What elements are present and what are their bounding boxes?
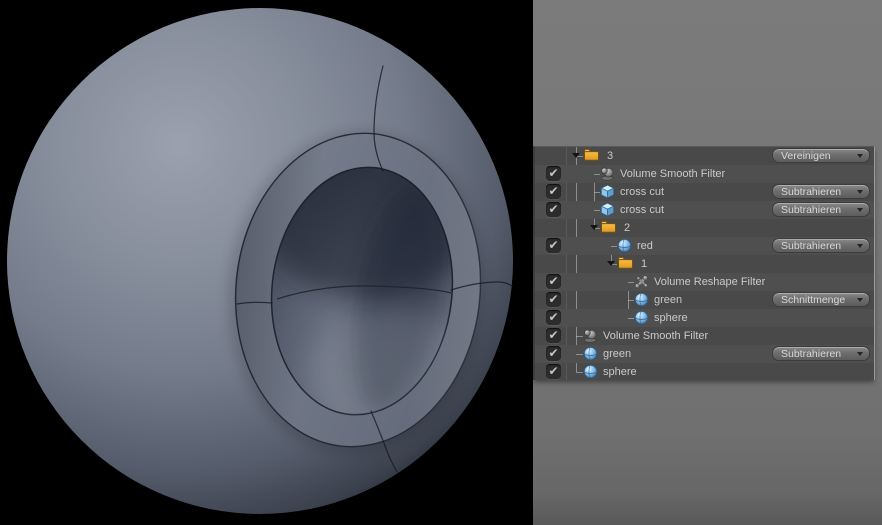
sphere-icon (583, 364, 600, 380)
sphere-icon (634, 310, 651, 326)
cube-icon (600, 184, 617, 200)
expand-arrow-icon[interactable] (590, 225, 598, 230)
expand-arrow-icon[interactable] (572, 153, 580, 158)
application-window: 3 Vereinigen ✔ Volume Smooth Filter ✔ cross c… (0, 0, 882, 525)
object-manager-panel: 3 Vereinigen ✔ Volume Smooth Filter ✔ cross c… (533, 0, 882, 525)
dropdown-selected-value: Subtrahieren (781, 204, 841, 216)
expand-arrow-icon[interactable] (607, 261, 615, 266)
sphere-render (0, 0, 533, 525)
chevron-down-icon (857, 298, 863, 302)
tree-row[interactable]: 3 Vereinigen (535, 147, 874, 165)
dropdown-selected-value: Subtrahieren (781, 348, 841, 360)
enable-checkbox[interactable]: ✔ (546, 292, 561, 307)
chevron-down-icon (857, 154, 863, 158)
object-label: Volume Reshape Filter (654, 273, 765, 291)
sphere-icon (617, 238, 634, 254)
object-label: green (654, 291, 682, 309)
tree-connector (576, 354, 583, 355)
blend-mode-dropdown[interactable]: Subtrahieren (772, 346, 870, 361)
object-tree: 3 Vereinigen ✔ Volume Smooth Filter ✔ cross c… (533, 146, 875, 380)
enable-checkbox[interactable]: ✔ (546, 364, 561, 379)
tree-row[interactable]: ✔ green Schnittmenge (535, 291, 874, 309)
enable-checkbox[interactable]: ✔ (546, 166, 561, 181)
blend-mode-dropdown[interactable]: Schnittmenge (772, 292, 870, 307)
tree-row[interactable]: 2 (535, 219, 874, 237)
object-label: red (637, 237, 653, 255)
object-label: 2 (624, 219, 630, 237)
folder-icon (600, 220, 617, 236)
tree-row[interactable]: ✔ Volume Smooth Filter (535, 327, 874, 345)
folder-icon (583, 148, 600, 164)
tree-row[interactable]: 1 (535, 255, 874, 273)
smooth-filter-icon (583, 328, 600, 344)
object-label: Volume Smooth Filter (603, 327, 708, 345)
chevron-down-icon (857, 352, 863, 356)
tree-row[interactable]: ✔ sphere (535, 309, 874, 327)
object-label: Volume Smooth Filter (620, 165, 725, 183)
tree-row[interactable]: ✔ Volume Smooth Filter (535, 165, 874, 183)
enable-checkbox[interactable]: ✔ (546, 328, 561, 343)
blend-mode-dropdown[interactable]: Vereinigen (772, 148, 870, 163)
blend-mode-dropdown[interactable]: Subtrahieren (772, 184, 870, 199)
cube-icon (600, 202, 617, 218)
reshape-filter-icon (634, 274, 651, 290)
tree-row[interactable]: ✔ red Subtrahieren (535, 237, 874, 255)
enable-checkbox[interactable]: ✔ (546, 274, 561, 289)
object-label: cross cut (620, 183, 664, 201)
chevron-down-icon (857, 208, 863, 212)
dropdown-selected-value: Schnittmenge (781, 294, 845, 306)
object-label: 1 (641, 255, 647, 273)
tree-row[interactable]: ✔ sphere (535, 363, 874, 380)
enable-checkbox[interactable]: ✔ (546, 238, 561, 253)
smooth-filter-icon (600, 166, 617, 182)
object-label: sphere (603, 363, 637, 380)
tree-row[interactable]: ✔ green Subtrahieren (535, 345, 874, 363)
dropdown-selected-value: Subtrahieren (781, 186, 841, 198)
tree-row[interactable]: ✔ Volume Reshape Filter (535, 273, 874, 291)
object-label: cross cut (620, 201, 664, 219)
object-label: 3 (607, 147, 613, 165)
chevron-down-icon (857, 190, 863, 194)
enable-checkbox[interactable]: ✔ (546, 202, 561, 217)
blend-mode-dropdown[interactable]: Subtrahieren (772, 238, 870, 253)
object-label: green (603, 345, 631, 363)
sphere-icon (583, 346, 600, 362)
folder-icon (617, 256, 634, 272)
chevron-down-icon (857, 244, 863, 248)
blend-mode-dropdown[interactable]: Subtrahieren (772, 202, 870, 217)
dropdown-selected-value: Subtrahieren (781, 240, 841, 252)
object-label: sphere (654, 309, 688, 327)
dropdown-selected-value: Vereinigen (781, 150, 831, 162)
viewport-3d[interactable] (0, 0, 533, 525)
enable-checkbox[interactable]: ✔ (546, 310, 561, 325)
enable-checkbox[interactable]: ✔ (546, 184, 561, 199)
tree-row[interactable]: ✔ cross cut Subtrahieren (535, 183, 874, 201)
tree-connector (576, 336, 583, 337)
tree-connector (576, 372, 583, 373)
sphere-icon (634, 292, 651, 308)
enable-checkbox[interactable]: ✔ (546, 346, 561, 361)
tree-row[interactable]: ✔ cross cut Subtrahieren (535, 201, 874, 219)
